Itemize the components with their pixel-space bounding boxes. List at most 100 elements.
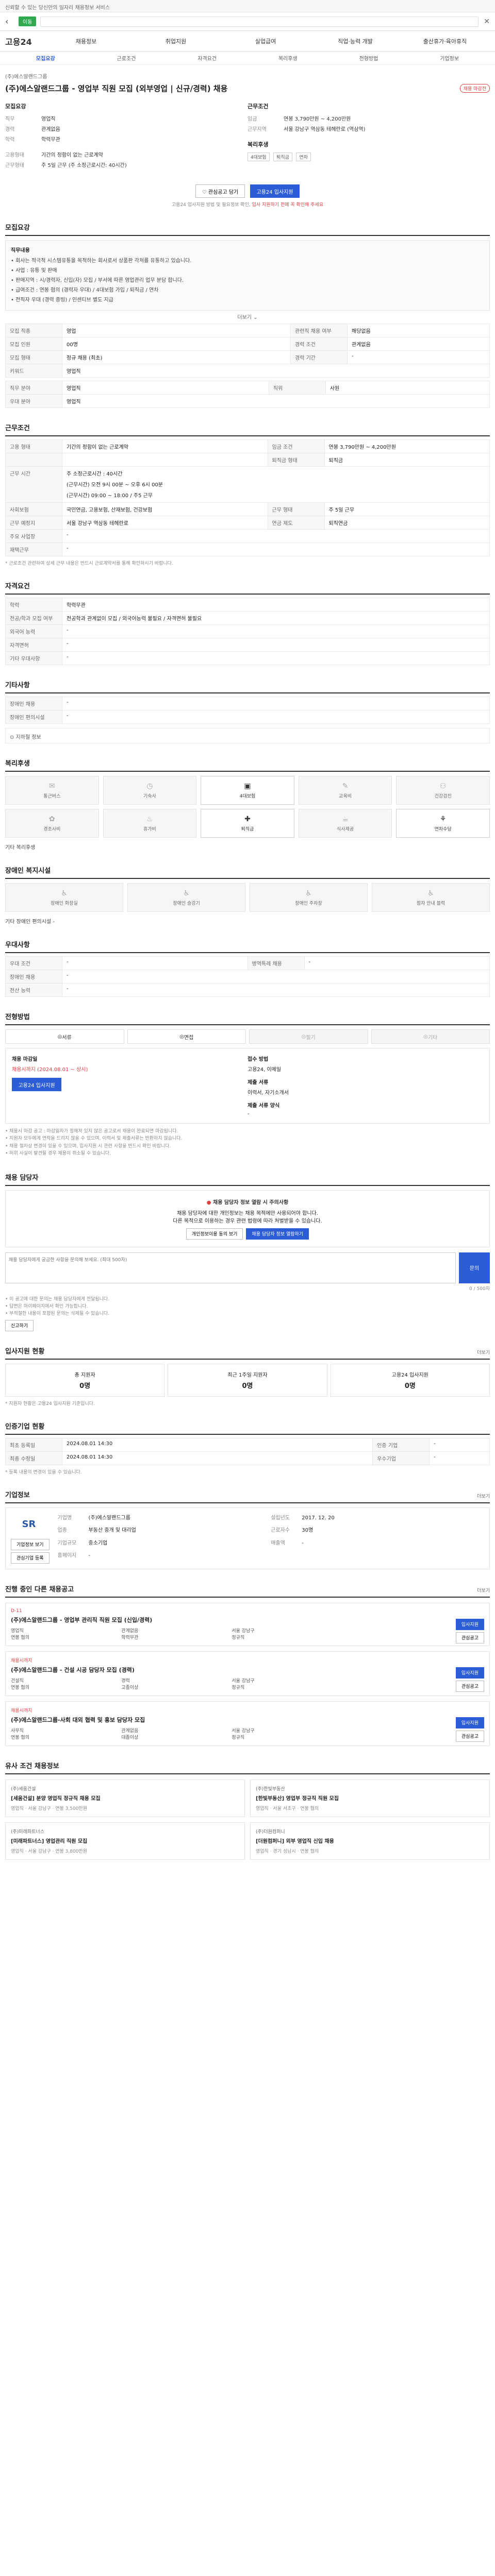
cell-value: 학력무관 xyxy=(62,598,490,612)
subway-info[interactable]: ⊙ 지하철 정보 xyxy=(5,728,490,743)
stat-value: 0명 xyxy=(242,1382,253,1390)
job-card[interactable]: 채용시까지 (주)에스알랜드그룹-사회 대외 협력 및 홍보 담당자 모집 사무… xyxy=(5,1701,490,1746)
welfare-item: ♨ 휴가비 xyxy=(103,809,197,838)
cell-value: 정규 채용 (최초) xyxy=(62,350,291,364)
method-label: 기타 xyxy=(427,1035,438,1041)
more-button[interactable]: 더보기 ⌄ xyxy=(5,313,490,320)
related-job-card[interactable]: (주)더원컴퍼니 [더원컴퍼니] 외부 영업직 신입 채용 영업직 · 경기 성… xyxy=(250,1822,490,1860)
company-name[interactable]: (주)에스알랜드그룹 xyxy=(5,72,490,80)
back-arrow-icon[interactable]: ‹ xyxy=(5,16,15,26)
stats-more-link[interactable]: 더보기 xyxy=(477,1349,490,1355)
summary-key: 근무지역 xyxy=(248,127,267,132)
apply-note-link[interactable]: 입사 지원하기 전에 꼭 확인해 주세요 xyxy=(252,202,324,208)
cell-value: - xyxy=(62,529,490,543)
gnb-item-support[interactable]: 취업지원 xyxy=(131,37,221,45)
desc-line: • 판매지역 : 시/경력자, 신입(자) 모집 / 부서에 따른 영업관리 업… xyxy=(11,278,184,283)
section-title: 기타사항 xyxy=(5,680,490,693)
tab-company[interactable]: 기업정보 xyxy=(409,54,490,62)
company-key: 기업규모 xyxy=(57,1540,77,1546)
bus-icon: ✉ xyxy=(48,782,55,790)
tab-selection[interactable]: 전형방법 xyxy=(328,54,409,62)
job-card-title[interactable]: (주)에스알랜드그룹 - 건설 시공 담당자 모집 (경력) xyxy=(11,1666,484,1674)
cell-value: - xyxy=(62,697,490,710)
company-info-button[interactable]: 기업정보 보기 xyxy=(11,1538,50,1550)
cell-value: 00명 xyxy=(62,337,291,351)
ongoing-more-link[interactable]: 더보기 xyxy=(477,1587,490,1594)
accessibility-label: 장애인 주차장 xyxy=(295,901,322,906)
job-meta: 영업직 xyxy=(11,1628,24,1634)
form-value: - xyxy=(248,1111,250,1117)
cell-value: - xyxy=(304,956,490,970)
scrap-button[interactable]: ♡ 관심공고 담기 xyxy=(195,184,245,198)
qa-input[interactable] xyxy=(5,1252,456,1283)
benefit-tag: 4대보험 xyxy=(248,152,270,161)
related-title[interactable]: [세움건설] 분양 영업직 정규직 채용 모집 xyxy=(11,1794,239,1802)
company-key: 업종 xyxy=(57,1528,67,1534)
job-apply-button[interactable]: 입사지원 xyxy=(455,1717,484,1728)
view-contact-button[interactable]: 채용 담당자 정보 열람하기 xyxy=(246,1228,309,1240)
method-step: ◎ 면접 xyxy=(127,1029,246,1044)
job-card[interactable]: 채용시까지 (주)에스알랜드그룹 - 건설 시공 담당자 모집 (경력) 건설직… xyxy=(5,1651,490,1696)
company-more-link[interactable]: 더보기 xyxy=(477,1493,490,1499)
report-button[interactable]: 신고하기 xyxy=(5,1319,34,1331)
job-meta: 정규직 xyxy=(232,1685,245,1690)
subway-label: 지하철 정보 xyxy=(15,735,41,740)
related-title[interactable]: [더원컴퍼니] 외부 영업직 신입 채용 xyxy=(256,1837,484,1844)
job-scrap-button[interactable]: 관심공고 xyxy=(455,1730,484,1742)
tab-conditions[interactable]: 근로조건 xyxy=(86,54,167,62)
gnb-item-training[interactable]: 직업·능력 개발 xyxy=(310,37,400,45)
tab-welfare[interactable]: 복리후생 xyxy=(248,54,328,62)
favorite-company-button[interactable]: 관심기업 등록 xyxy=(11,1552,50,1564)
company-key: 홈페이지 xyxy=(57,1553,77,1559)
preference-section: 우대사항 우대 조건 - 병역특례 채용 - 장애인 채용 - 전산 능력 - xyxy=(5,939,490,997)
summary-key: 근무형태 xyxy=(5,163,24,168)
gnb-item-leave[interactable]: 출산휴가·육아휴직 xyxy=(400,37,490,45)
related-job-card[interactable]: (주)한빛부동산 [한빛부동산] 영업부 정규직 직원 모집 영업직 · 서울 … xyxy=(250,1779,490,1817)
job-meta: 연봉 협의 xyxy=(11,1735,29,1740)
job-scrap-button[interactable]: 관심공고 xyxy=(455,1632,484,1643)
subway-icon: ⊙ xyxy=(10,735,16,740)
cell-key: 경력 기간 xyxy=(290,350,348,364)
cell-value: 전공학과 관계없이 모집 / 외국어능력 불필요 / 자격면허 불필요 xyxy=(62,611,490,625)
cell-key: 임금 조건 xyxy=(267,439,325,453)
tab-recruit[interactable]: 모집요강 xyxy=(5,54,86,62)
cell-value: 영업 xyxy=(62,324,291,337)
related-title[interactable]: [미래파트너스] 영업관리 직원 모집 xyxy=(11,1837,239,1844)
company-value[interactable]: - xyxy=(89,1553,91,1558)
job-apply-button[interactable]: 입사지원 xyxy=(455,1667,484,1679)
browser-topbar: ‹ 이동 ✕ xyxy=(0,12,495,31)
qa-submit-button[interactable]: 문의 xyxy=(459,1252,490,1283)
gnb-item-unemployment[interactable]: 실업급여 xyxy=(221,37,310,45)
health-icon: ⚇ xyxy=(439,782,447,790)
welfare-label: 경조사비 xyxy=(43,826,61,832)
job-card-title[interactable]: (주)에스알랜드그룹 - 영업부 관리직 직원 모집 (신입/경력) xyxy=(11,1616,484,1624)
address-bar[interactable] xyxy=(40,16,479,27)
job-apply-button[interactable]: 입사지원 xyxy=(455,1618,484,1630)
history-table: 최초 등록일 2024.08.01 14:30 인증 기업 - 최종 수정일 2024… xyxy=(5,1437,490,1465)
job-scrap-button[interactable]: 관심공고 xyxy=(455,1680,484,1692)
tab-qualification[interactable]: 자격요건 xyxy=(167,54,248,62)
close-icon[interactable]: ✕ xyxy=(484,18,490,26)
job-meta: 관계없음 xyxy=(121,1728,139,1734)
cell-key xyxy=(5,453,62,467)
apply-button-2[interactable]: 고용24 입사지원 xyxy=(12,1078,61,1091)
job-card[interactable]: D-11 (주)에스알랜드그룹 - 영업부 관리직 직원 모집 (신입/경력) … xyxy=(5,1602,490,1646)
gnb-item-jobs[interactable]: 채용정보 xyxy=(41,37,131,45)
related-title[interactable]: [한빛부동산] 영업부 정규직 직원 모집 xyxy=(256,1794,484,1802)
check-icon: ◎ xyxy=(57,1033,62,1040)
site-logo[interactable]: 고용24 xyxy=(5,35,41,47)
company-key: 매출액 xyxy=(271,1540,285,1546)
work-section: 근무조건 고용 형태 기간의 정함이 없는 근로계약 임금 조건 연봉 3,790만… xyxy=(5,422,490,566)
go-chip[interactable]: 이동 xyxy=(19,16,37,26)
job-card-title[interactable]: (주)에스알랜드그룹-사회 대외 협력 및 홍보 담당자 모집 xyxy=(11,1716,484,1724)
section-title: 근무조건 xyxy=(5,422,490,436)
privacy-consent-button[interactable]: 개인정보이용 동의 보기 xyxy=(186,1228,243,1240)
apply-button[interactable]: 고용24 입사지원 xyxy=(250,184,300,198)
cell-value: - xyxy=(62,651,490,665)
section-tabs: 모집요강 근로조건 자격요건 복리후생 전형방법 기업정보 xyxy=(0,52,495,65)
benefit-tag: 퇴직금 xyxy=(273,152,292,161)
related-job-card[interactable]: (주)미래파트너스 [미래파트너스] 영업관리 직원 모집 영업직 · 서울 강… xyxy=(5,1822,245,1860)
note-line: • 이 공고에 대한 문의는 채용 담당자에게 전달됩니다. xyxy=(5,1296,110,1302)
job-description-box: 직무내용 • 회사는 적극적 시스템유통을 목적하는 회사로서 상품판 각처를 … xyxy=(5,240,490,311)
related-job-card[interactable]: (주)세움건설 [세움건설] 분양 영업직 정규직 채용 모집 영업직 · 서울… xyxy=(5,1779,245,1817)
